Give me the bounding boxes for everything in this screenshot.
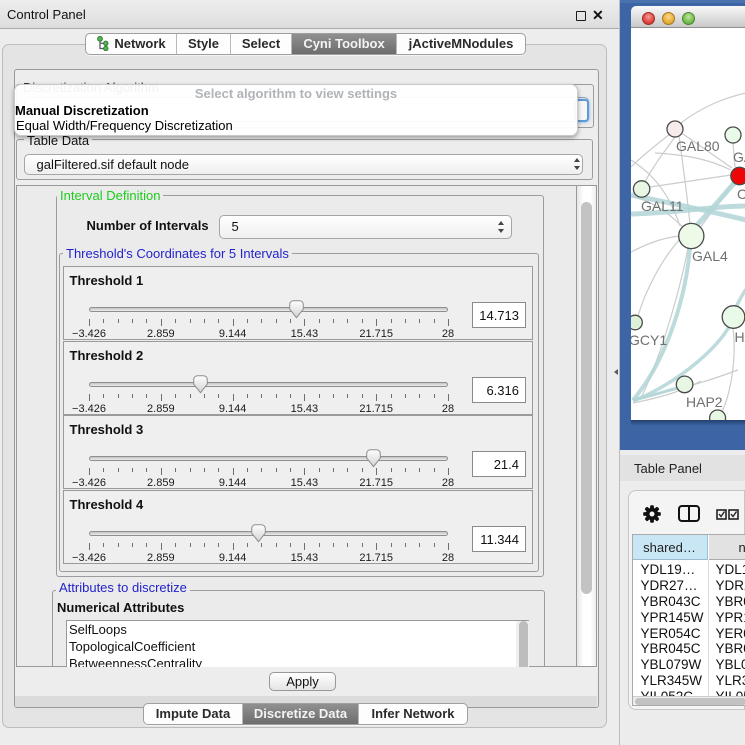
svg-text:HA: HA: [735, 329, 745, 345]
svg-text:HAP2: HAP2: [686, 394, 723, 410]
svg-text:GAL11: GAL11: [641, 198, 684, 214]
svg-text:GA: GA: [733, 149, 745, 165]
svg-text:GCY1: GCY1: [631, 332, 667, 348]
svg-text:CY: CY: [737, 186, 745, 202]
svg-text:GAL4: GAL4: [692, 248, 728, 264]
svg-text:GAL80: GAL80: [676, 138, 720, 154]
